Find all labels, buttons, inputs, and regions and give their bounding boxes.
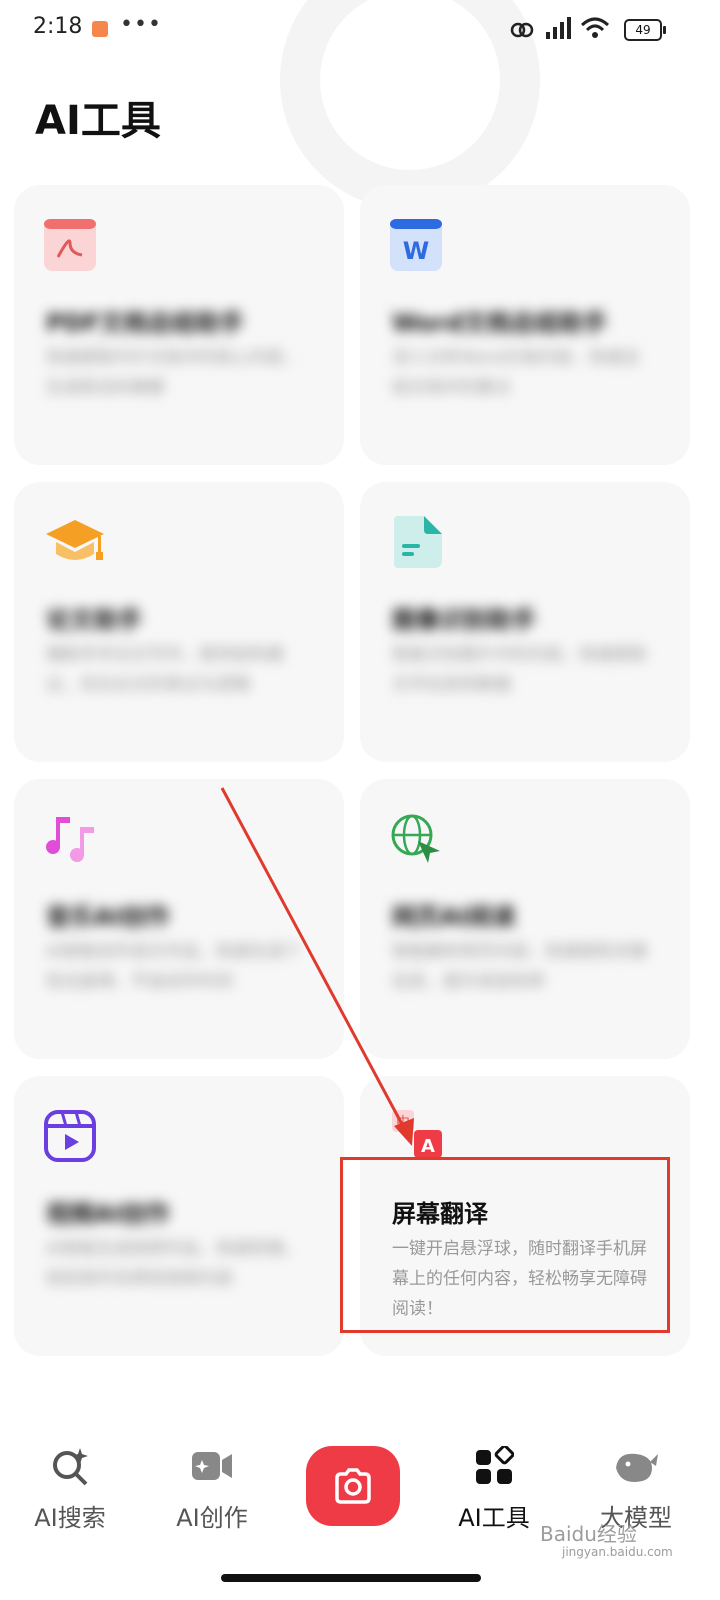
card-title: 网页AI阅读 xyxy=(392,903,516,931)
status-time: 2:18 xyxy=(33,14,83,39)
tab-ai-create[interactable]: AI创作 xyxy=(152,1430,272,1533)
tool-card-video-ai[interactable]: 视频AI创作 AI智能生成视频作品，快速剪辑，轻松制作优质短视频内容 xyxy=(14,1076,344,1356)
home-indicator[interactable] xyxy=(221,1574,481,1582)
link-icon xyxy=(510,22,534,38)
page-title: AI工具 xyxy=(35,98,161,144)
tab-label: AI搜索 xyxy=(34,1504,106,1532)
annotation-highlight-box xyxy=(340,1157,670,1333)
card-description: 深入分析Word文档内容，快速总结文档中的要点 xyxy=(392,348,640,398)
music-note-icon xyxy=(46,817,94,862)
svg-text:W: W xyxy=(403,237,429,265)
word-icon: W xyxy=(390,219,442,271)
notification-app-icon xyxy=(92,21,108,37)
camera-icon xyxy=(335,1468,371,1504)
card-description: AI智能生成视频作品，快速剪辑，轻松制作优质短视频内容 xyxy=(46,1239,301,1289)
search-sparkle-icon xyxy=(53,1448,88,1486)
signal-icon xyxy=(546,17,571,39)
card-title: 论文助手 xyxy=(46,606,142,634)
status-bar: 2:18 ••• 49 xyxy=(0,0,720,64)
video-play-icon xyxy=(44,1110,96,1162)
card-description: 辅助学术论文写作，提供结构建议，优化论文的表达与逻辑 xyxy=(46,645,284,695)
camera-button[interactable] xyxy=(306,1446,400,1526)
tool-card-web-reading[interactable]: 网页AI阅读 智能解析网页内容，快速提炼关键信息，提升阅读效率 xyxy=(360,779,690,1059)
tab-ai-search[interactable]: AI搜索 xyxy=(10,1430,130,1533)
card-description: 智能识别图片中的内容，快速提取文字信息和数据 xyxy=(392,645,647,695)
pdf-icon xyxy=(44,219,96,271)
notification-more-icon: ••• xyxy=(120,12,162,37)
document-icon xyxy=(394,516,442,568)
globe-cursor-icon xyxy=(391,814,440,863)
card-title: PDF文档总结助手 xyxy=(46,309,244,337)
svg-text:A: A xyxy=(421,1136,435,1157)
card-title: 音乐AI创作 xyxy=(46,903,170,931)
card-description: 智能解析网页内容，快速提炼关键信息，提升阅读效率 xyxy=(392,942,647,992)
tab-label: AI创作 xyxy=(176,1504,248,1532)
tool-card-music-ai[interactable]: 音乐AI创作 AI智能创作音乐作品，快速生成个性化旋律，节省创作时间 xyxy=(14,779,344,1059)
card-title: 图像识别助手 xyxy=(392,606,536,634)
tool-card-image-recognition[interactable]: 图像识别助手 智能识别图片中的内容，快速提取文字信息和数据 xyxy=(360,482,690,762)
tool-card-thesis[interactable]: 论文助手 辅助学术论文写作，提供结构建议，优化论文的表达与逻辑 xyxy=(14,482,344,762)
translate-icon: 中 A xyxy=(392,1110,442,1158)
watermark-brand: Baidu经验 xyxy=(540,1522,637,1546)
watermark-url: jingyan.baidu.com xyxy=(562,1545,673,1559)
whale-icon xyxy=(616,1453,658,1482)
svg-text:中: 中 xyxy=(396,1115,410,1131)
tool-card-pdf-summary[interactable]: PDF文档总结助手 快速提取PDF文档中的核心内容，生成简洁的摘要 xyxy=(14,185,344,465)
battery-indicator: 49 xyxy=(624,19,666,41)
video-camera-icon xyxy=(192,1452,232,1480)
card-description: AI智能创作音乐作品，快速生成个性化旋律，节省创作时间 xyxy=(46,942,301,992)
watermark: Baidu经验 jingyan.baidu.com xyxy=(540,1518,673,1559)
tool-card-word-summary[interactable]: W Word文档总结助手 深入分析Word文档内容，快速总结文档中的要点 xyxy=(360,185,690,465)
apps-grid-icon xyxy=(476,1444,515,1484)
card-description: 快速提取PDF文档中的核心内容，生成简洁的摘要 xyxy=(46,348,301,398)
graduation-cap-icon xyxy=(46,520,104,560)
card-title: Word文档总结助手 xyxy=(392,309,608,337)
wifi-icon xyxy=(580,17,610,38)
card-title: 视频AI创作 xyxy=(46,1200,170,1228)
tab-label: AI工具 xyxy=(458,1504,530,1532)
tab-ai-tools[interactable]: AI工具 xyxy=(434,1430,554,1533)
